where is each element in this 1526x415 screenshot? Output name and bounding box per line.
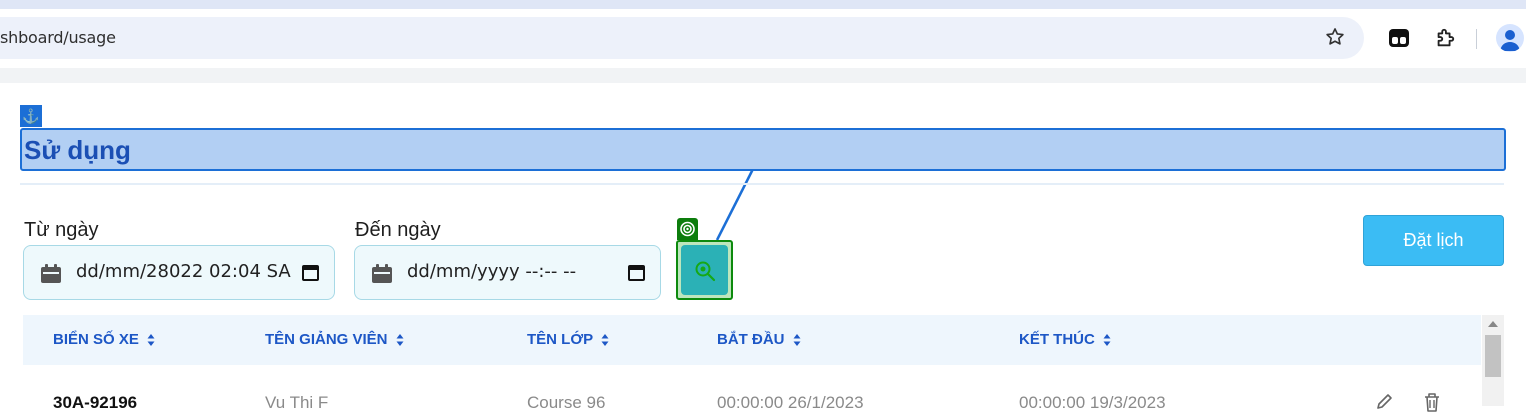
sort-icon [793, 334, 800, 347]
book-schedule-button[interactable]: Đặt lịch [1363, 215, 1504, 266]
date-picker-icon[interactable] [628, 264, 645, 281]
table-header: BIỂN SỐ XE TÊN GIẢNG VIÊN TÊN LỚP BẮT ĐẦ… [23, 315, 1481, 365]
search-button-highlight [676, 240, 733, 300]
main-content: ⚓ Sử dụng Từ ngày dd/mm/28022 02:04 SA Đ… [0, 83, 1526, 412]
profile-icon[interactable] [1496, 24, 1524, 52]
cell-start: 00:00:00 26/1/2023 [717, 393, 864, 412]
calendar-icon [372, 264, 392, 283]
calendar-icon [41, 264, 61, 283]
column-class-name[interactable]: TÊN LỚP [527, 331, 609, 348]
from-date-label: Từ ngày [24, 219, 99, 241]
page-top-gap [0, 68, 1526, 83]
cell-instructor-name: Vu Thi F [265, 393, 329, 412]
sort-icon [396, 334, 404, 347]
from-date-value[interactable]: dd/mm/28022 02:04 SA [76, 261, 291, 282]
address-bar[interactable]: shboard/usage [0, 17, 1364, 59]
browser-toolbar: shboard/usage [0, 9, 1526, 68]
toolbar-separator [1476, 29, 1477, 49]
table-row[interactable]: 30A-92196 Vu Thi F Course 96 00:00:00 26… [23, 365, 1481, 415]
trash-icon[interactable] [1421, 391, 1443, 413]
anchor-icon: ⚓ [20, 105, 42, 127]
column-license-plate[interactable]: BIỂN SỐ XE [53, 331, 155, 348]
scroll-thumb[interactable] [1485, 335, 1501, 377]
scroll-up-arrow-icon[interactable] [1488, 321, 1498, 327]
column-end[interactable]: KẾT THÚC [1019, 331, 1111, 348]
cell-class-name: Course 96 [527, 393, 606, 412]
cell-end: 00:00:00 19/3/2023 [1019, 393, 1166, 412]
extension-icon[interactable] [1388, 28, 1410, 48]
search-button[interactable] [681, 245, 728, 295]
cell-license-plate: 30A-92196 [53, 393, 138, 412]
search-icon [695, 261, 716, 282]
date-picker-icon[interactable] [302, 264, 319, 281]
title-divider [20, 183, 1504, 185]
table-scrollbar[interactable] [1482, 315, 1504, 406]
page-title-highlight: Sử dụng [20, 128, 1506, 171]
sort-icon [601, 334, 609, 347]
to-date-label: Đến ngày [355, 219, 441, 241]
sort-icon [1103, 334, 1111, 347]
column-instructor-name[interactable]: TÊN GIẢNG VIÊN [265, 331, 404, 348]
target-icon [677, 218, 698, 240]
puzzle-icon[interactable] [1434, 27, 1456, 49]
to-date-value[interactable]: dd/mm/yyyy --:-- -- [407, 261, 576, 282]
page-title: Sử dụng [24, 135, 131, 165]
edit-icon[interactable] [1375, 391, 1395, 411]
bookmark-star-icon[interactable] [1324, 26, 1346, 48]
browser-top-strip [0, 0, 1526, 9]
from-date-input[interactable]: dd/mm/28022 02:04 SA [23, 245, 335, 300]
column-start[interactable]: BẮT ĐẦU [717, 331, 801, 348]
to-date-input[interactable]: dd/mm/yyyy --:-- -- [354, 245, 661, 300]
address-text[interactable]: shboard/usage [0, 28, 116, 47]
sort-icon [147, 334, 155, 347]
